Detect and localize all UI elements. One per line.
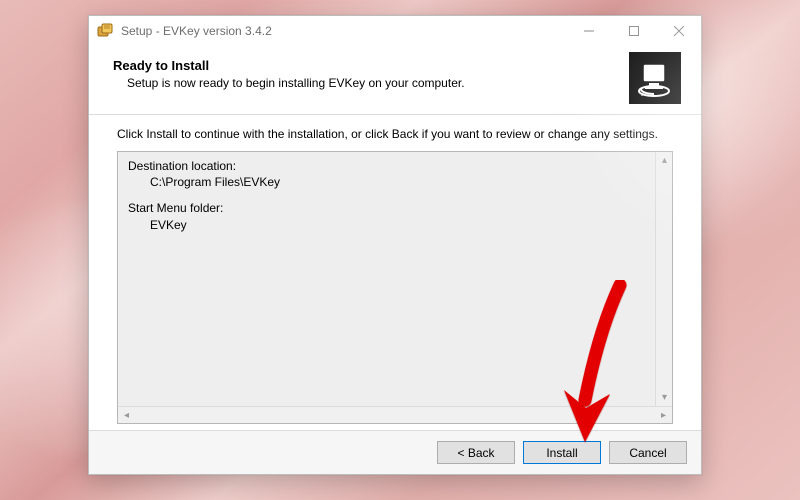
scroll-up-icon[interactable]: ▴ bbox=[656, 152, 673, 169]
dest-value: C:\Program Files\EVKey bbox=[128, 174, 646, 190]
titlebar: Setup - EVKey version 3.4.2 bbox=[89, 16, 701, 46]
minimize-button[interactable] bbox=[566, 16, 611, 46]
install-summary-box: Destination location: C:\Program Files\E… bbox=[117, 151, 673, 424]
wizard-body: Click Install to continue with the insta… bbox=[89, 115, 701, 430]
cancel-button[interactable]: Cancel bbox=[609, 441, 687, 464]
window-title: Setup - EVKey version 3.4.2 bbox=[121, 24, 272, 38]
scroll-left-icon[interactable]: ◂ bbox=[118, 407, 135, 424]
install-summary-text: Destination location: C:\Program Files\E… bbox=[120, 154, 654, 405]
wizard-header: Ready to Install Setup is now ready to b… bbox=[89, 46, 701, 115]
header-text: Ready to Install Setup is now ready to b… bbox=[113, 52, 621, 90]
scroll-right-icon[interactable]: ▸ bbox=[655, 407, 672, 424]
maximize-button[interactable] bbox=[611, 16, 656, 46]
close-button[interactable] bbox=[656, 16, 701, 46]
page-subtitle: Setup is now ready to begin installing E… bbox=[113, 76, 621, 90]
instruction-text: Click Install to continue with the insta… bbox=[117, 127, 673, 141]
startmenu-value: EVKey bbox=[128, 217, 646, 233]
wizard-footer: < Back Install Cancel bbox=[89, 430, 701, 474]
installer-disk-icon bbox=[629, 52, 681, 104]
page-title: Ready to Install bbox=[113, 58, 621, 73]
startmenu-label: Start Menu folder: bbox=[128, 200, 646, 216]
horizontal-scrollbar[interactable]: ◂ ▸ bbox=[118, 406, 672, 423]
back-button[interactable]: < Back bbox=[437, 441, 515, 464]
dest-label: Destination location: bbox=[128, 158, 646, 174]
vertical-scrollbar[interactable]: ▴ ▾ bbox=[655, 152, 672, 406]
scroll-down-icon[interactable]: ▾ bbox=[656, 389, 673, 406]
install-button[interactable]: Install bbox=[523, 441, 601, 464]
setup-app-icon bbox=[97, 23, 113, 39]
setup-window: Setup - EVKey version 3.4.2 Ready to Ins… bbox=[88, 15, 702, 475]
